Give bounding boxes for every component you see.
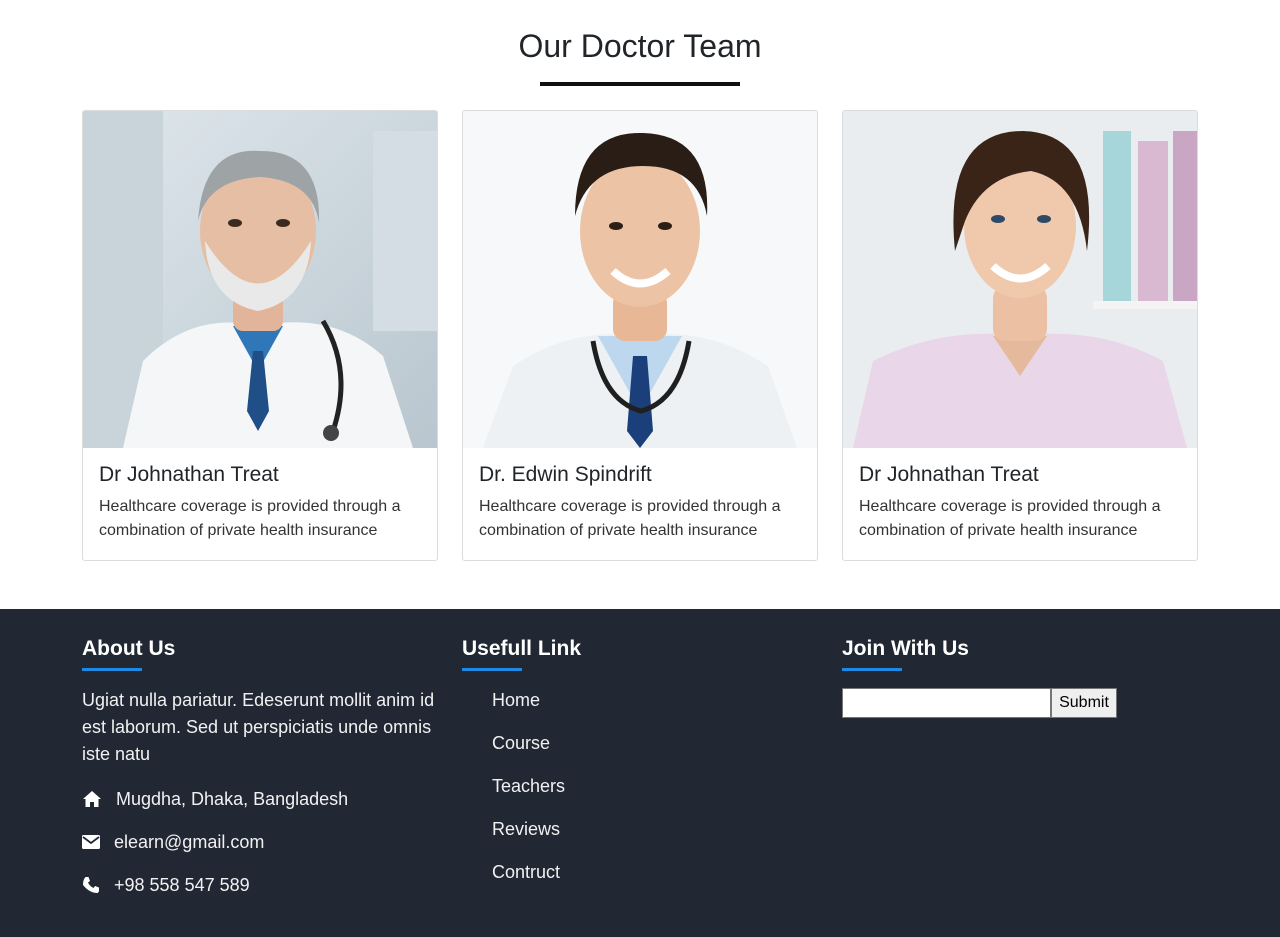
doctor-card: Dr. Edwin Spindrift Healthcare coverage … — [462, 110, 818, 561]
footer-link-course[interactable]: Course — [492, 733, 550, 754]
submit-button[interactable]: Submit — [1051, 688, 1117, 718]
about-heading: About Us — [82, 637, 176, 660]
email-text: elearn@gmail.com — [114, 831, 265, 852]
footer-link-home[interactable]: Home — [492, 690, 540, 711]
team-title-underline — [540, 82, 740, 86]
home-icon — [83, 791, 101, 807]
doctor-description: Healthcare coverage is provided through … — [479, 498, 781, 539]
doctor-name: Dr. Edwin Spindrift — [479, 463, 652, 486]
doctor-description: Healthcare coverage is provided through … — [859, 498, 1161, 539]
doctor-description: Healthcare coverage is provided through … — [99, 498, 401, 539]
contact-phone: +98 558 547 589 — [82, 873, 250, 897]
links-heading-underline — [462, 668, 522, 671]
contact-address: Mugdha, Dhaka, Bangladesh — [82, 787, 348, 811]
doctor-photo-young-man — [463, 111, 817, 448]
doctor-card: Dr Johnathan Treat Healthcare coverage i… — [82, 110, 438, 561]
footer-link-contact[interactable]: Contruct — [492, 862, 560, 883]
about-text: Ugiat nulla pariatur. Edeserunt mollit a… — [82, 690, 435, 764]
envelope-icon — [82, 835, 100, 849]
phone-text: +98 558 547 589 — [114, 874, 250, 895]
about-heading-underline — [82, 668, 142, 671]
footer-link-reviews[interactable]: Reviews — [492, 819, 560, 840]
team-title: Our Doctor Team — [518, 28, 762, 64]
join-heading-underline — [842, 668, 902, 671]
join-email-input[interactable] — [842, 688, 1051, 718]
address-text: Mugdha, Dhaka, Bangladesh — [116, 788, 349, 809]
doctor-card: Dr Johnathan Treat Healthcare coverage i… — [842, 110, 1198, 561]
doctor-photo-woman — [843, 111, 1197, 448]
doctor-name: Dr Johnathan Treat — [99, 463, 279, 486]
join-heading: Join With Us — [842, 637, 969, 660]
doctor-photo-older-man — [83, 111, 437, 448]
phone-icon — [83, 877, 99, 893]
links-heading: Usefull Link — [462, 637, 582, 660]
contact-email: elearn@gmail.com — [82, 830, 264, 854]
site-footer: About Us Ugiat nulla pariatur. Edeserunt… — [0, 609, 1280, 937]
doctor-name: Dr Johnathan Treat — [859, 463, 1039, 486]
doctor-team-section: Our Doctor Team Dr Johnathan Treat Healt… — [0, 0, 1280, 609]
footer-link-teachers[interactable]: Teachers — [492, 776, 565, 797]
